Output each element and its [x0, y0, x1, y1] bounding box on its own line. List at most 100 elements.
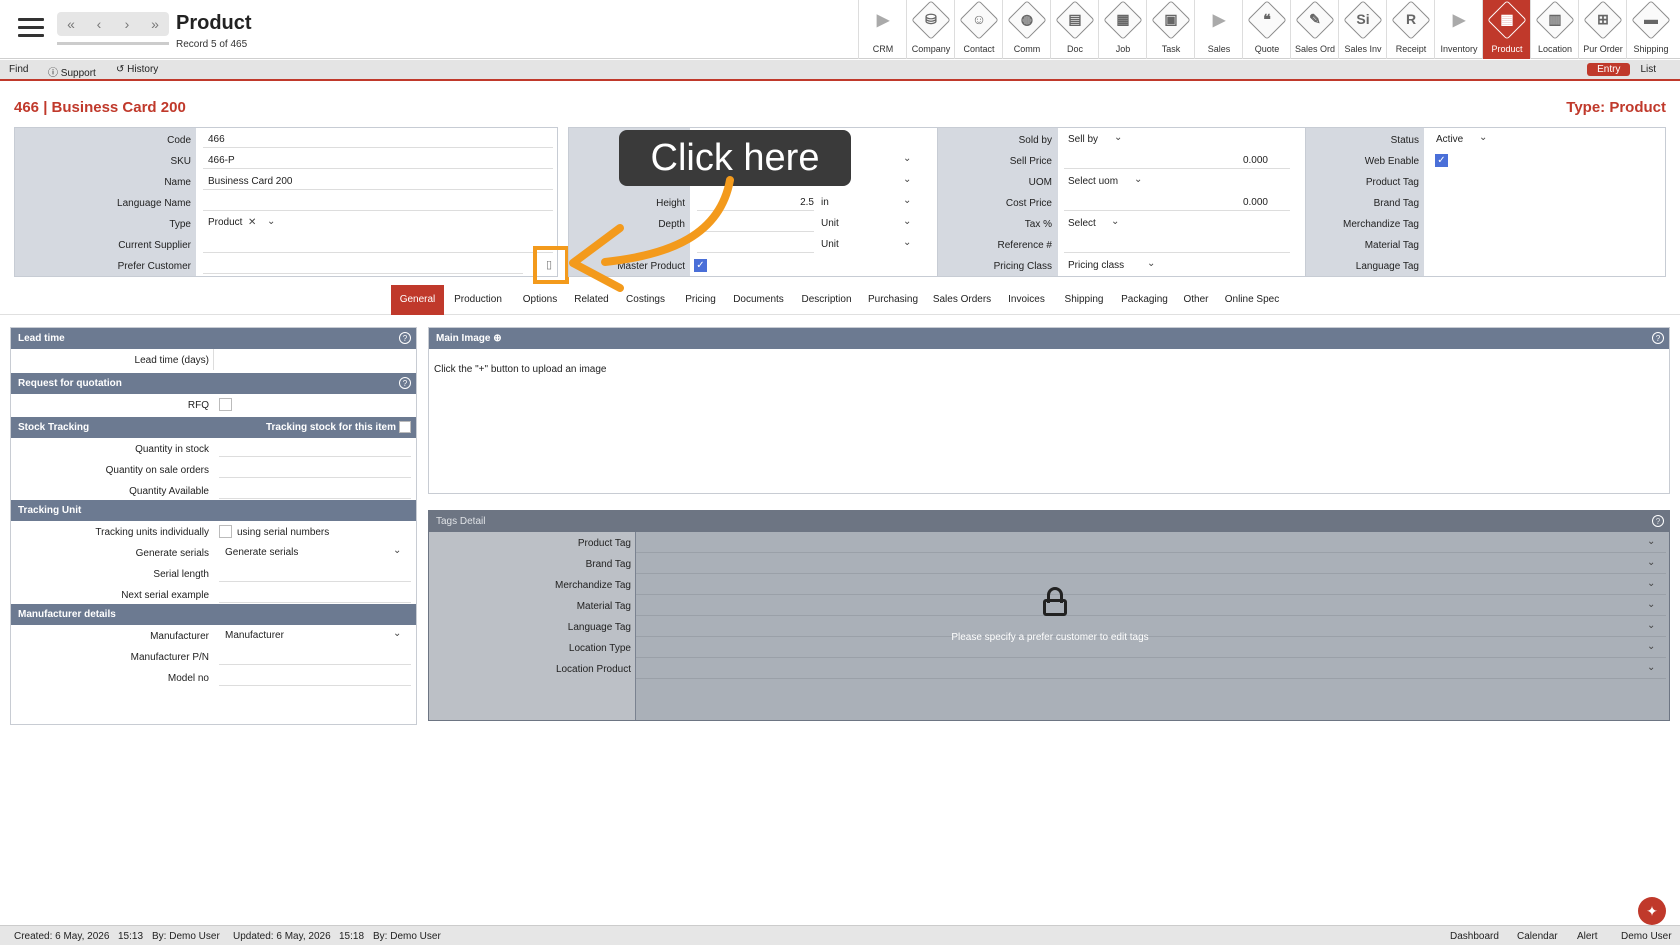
quantity-on-sale-orders-field[interactable] — [219, 477, 411, 478]
tab-other[interactable]: Other — [1176, 285, 1216, 315]
quantity-in-stock-field[interactable] — [219, 456, 411, 457]
tab-purchasing[interactable]: Purchasing — [861, 285, 925, 315]
chevron-down-icon[interactable]: ⌄ — [903, 237, 911, 248]
chevron-down-icon[interactable]: ⌄ — [1147, 258, 1155, 269]
module-quote[interactable]: ❝ Quote — [1242, 0, 1290, 59]
sell-price-field[interactable]: 0.000 — [1188, 155, 1268, 166]
tag-row-field[interactable] — [636, 573, 1666, 574]
module-sales[interactable]: ▶ Sales — [1194, 0, 1242, 59]
sku-field[interactable]: 466-P — [208, 155, 235, 166]
height-field[interactable]: 2.5 — [769, 197, 814, 208]
dashboard-link[interactable]: Dashboard — [1450, 931, 1499, 942]
module-doc[interactable]: ▤ Doc — [1050, 0, 1098, 59]
module-company[interactable]: ⛁ Company — [906, 0, 954, 59]
tab-online-spec[interactable]: Online Spec — [1216, 285, 1288, 315]
entry-view-button[interactable]: Entry — [1587, 63, 1631, 76]
module-shipping[interactable]: ▬ Shipping — [1626, 0, 1674, 59]
language-name-field[interactable] — [203, 210, 553, 211]
last-record-button[interactable]: » — [141, 12, 169, 36]
calendar-link[interactable]: Calendar — [1517, 931, 1558, 942]
module-contact[interactable]: ☺ Contact — [954, 0, 1002, 59]
history-button[interactable]: ↺ History — [116, 64, 158, 75]
tab-pricing[interactable]: Pricing — [676, 285, 725, 315]
name-field[interactable]: Business Card 200 — [208, 176, 293, 187]
code-field[interactable]: 466 — [208, 134, 225, 145]
chevron-down-icon[interactable]: ⌄ — [1134, 174, 1142, 185]
chevron-down-icon[interactable]: ⌄ — [1647, 557, 1655, 568]
chevron-down-icon[interactable]: ⌄ — [903, 195, 911, 206]
help-icon[interactable]: ? — [1652, 515, 1664, 527]
chevron-down-icon[interactable]: ⌄ — [903, 153, 911, 164]
serial-length-field[interactable] — [219, 581, 411, 582]
module-product[interactable]: ▦ Product — [1482, 0, 1530, 59]
previous-record-button[interactable]: ‹ — [85, 12, 113, 36]
tag-row-field[interactable] — [636, 657, 1666, 658]
chevron-down-icon[interactable]: ⌄ — [1647, 536, 1655, 547]
manufacturer-select[interactable]: Manufacturer — [225, 630, 284, 641]
sold-by-select[interactable]: Sell by — [1068, 134, 1098, 145]
user-menu[interactable]: Demo User — [1621, 931, 1672, 942]
module-inventory[interactable]: ▶ Inventory — [1434, 0, 1482, 59]
ai-assistant-button[interactable]: ✦ — [1638, 897, 1666, 925]
tab-production[interactable]: Production — [444, 285, 512, 315]
web-enable-checkbox[interactable]: ✓ — [1435, 154, 1448, 167]
tab-related[interactable]: Related — [568, 285, 615, 315]
tax-select[interactable]: Select — [1068, 218, 1096, 229]
tag-row-field[interactable] — [636, 594, 1666, 595]
chevron-down-icon[interactable]: ⌄ — [393, 545, 401, 556]
quantity-available-field[interactable] — [219, 498, 411, 499]
module-receipt[interactable]: R Receipt — [1386, 0, 1434, 59]
tab-sales-orders[interactable]: Sales Orders — [925, 285, 999, 315]
list-view-button[interactable]: List — [1630, 63, 1666, 76]
chevron-down-icon[interactable]: ⌄ — [1647, 620, 1655, 631]
tab-general[interactable]: General — [391, 285, 444, 315]
clear-icon[interactable]: ✕ — [248, 217, 256, 228]
add-image-icon[interactable]: ⊕ — [493, 333, 501, 344]
help-icon[interactable]: ? — [1652, 332, 1664, 344]
serial-numbers-checkbox[interactable] — [219, 525, 232, 538]
chevron-down-icon[interactable]: ⌄ — [1479, 132, 1487, 143]
reference-field[interactable] — [1064, 252, 1290, 253]
tab-documents[interactable]: Documents — [725, 285, 792, 315]
module-task[interactable]: ▣ Task — [1146, 0, 1194, 59]
chevron-down-icon[interactable]: ⌄ — [393, 628, 401, 639]
chevron-down-icon[interactable]: ⌄ — [267, 216, 275, 227]
tab-packaging[interactable]: Packaging — [1113, 285, 1176, 315]
depth-unit-select[interactable]: Unit — [821, 218, 839, 229]
chevron-down-icon[interactable]: ⌄ — [1114, 132, 1122, 143]
type-select[interactable]: Product — [208, 217, 242, 228]
module-sales-inv[interactable]: Si Sales Inv — [1338, 0, 1386, 59]
model-no-field[interactable] — [219, 685, 411, 686]
chevron-down-icon[interactable]: ⌄ — [1647, 662, 1655, 673]
module-pur-order[interactable]: ⊞ Pur Order — [1578, 0, 1626, 59]
find-button[interactable]: Find — [9, 64, 28, 75]
alert-link[interactable]: Alert — [1577, 931, 1598, 942]
tab-shipping[interactable]: Shipping — [1055, 285, 1113, 315]
uom-select[interactable]: Select uom — [1068, 176, 1118, 187]
module-job[interactable]: ▦ Job — [1098, 0, 1146, 59]
tab-options[interactable]: Options — [512, 285, 568, 315]
tab-invoices[interactable]: Invoices — [999, 285, 1054, 315]
help-icon[interactable]: ? — [399, 377, 411, 389]
next-serial-field[interactable] — [219, 602, 411, 603]
chevron-down-icon[interactable]: ⌄ — [1111, 216, 1119, 227]
lead-time-field[interactable] — [213, 349, 416, 370]
tag-row-field[interactable] — [636, 552, 1666, 553]
stock-tracking-checkbox[interactable] — [399, 421, 411, 433]
status-select[interactable]: Active — [1436, 134, 1463, 145]
tag-row-field[interactable] — [636, 615, 1666, 616]
weight-unit-select[interactable]: Unit — [821, 239, 839, 250]
rfq-checkbox[interactable] — [219, 398, 232, 411]
tag-row-field[interactable] — [636, 678, 1666, 679]
chevron-down-icon[interactable]: ⌄ — [903, 174, 911, 185]
chevron-down-icon[interactable]: ⌄ — [903, 216, 911, 227]
support-button[interactable]: ⓘ Support — [48, 64, 96, 79]
module-location[interactable]: ▥ Location — [1530, 0, 1578, 59]
tab-description[interactable]: Description — [792, 285, 861, 315]
generate-serials-select[interactable]: Generate serials — [225, 547, 298, 558]
manufacturer-pn-field[interactable] — [219, 664, 411, 665]
pricing-class-select[interactable]: Pricing class — [1068, 260, 1124, 271]
cost-price-field[interactable]: 0.000 — [1188, 197, 1268, 208]
hamburger-menu-icon[interactable] — [18, 18, 44, 38]
current-supplier-field[interactable] — [203, 252, 553, 253]
